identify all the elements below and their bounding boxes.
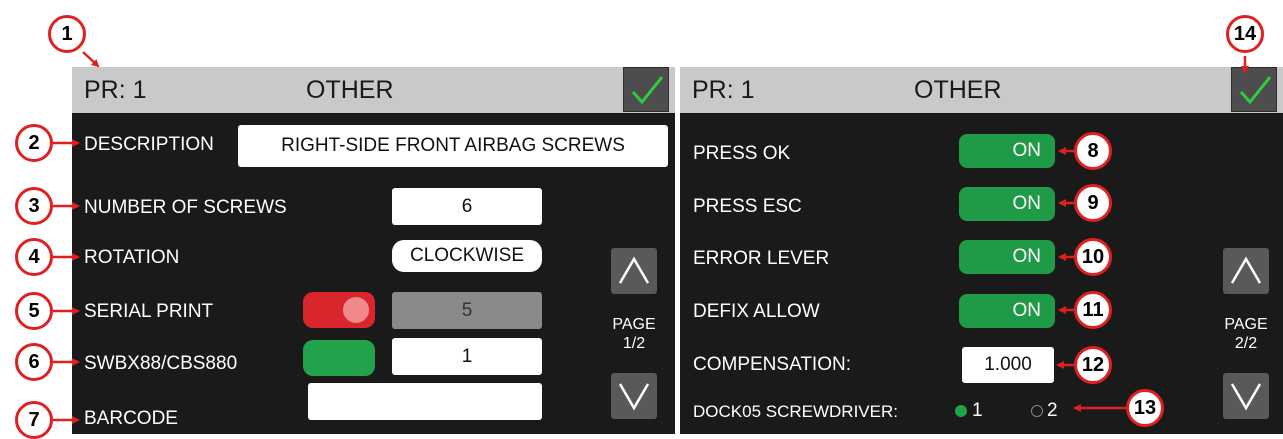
chevron-up-icon (618, 256, 650, 284)
press-esc-toggle[interactable]: ON (959, 187, 1055, 221)
callout-7: 7 (15, 401, 53, 439)
page-down-button[interactable] (1223, 373, 1269, 419)
callout-5: 5 (15, 292, 53, 330)
confirm-button[interactable] (1231, 67, 1277, 112)
page-number: 1/2 (622, 335, 646, 352)
description-field[interactable]: RIGHT-SIDE FRONT AIRBAG SCREWS (238, 125, 668, 167)
barcode-label: BARCODE (84, 408, 178, 429)
barcode-field[interactable] (308, 383, 542, 420)
swbx-label: SWBX88/CBS880 (84, 353, 238, 374)
callout-14: 14 (1226, 15, 1264, 53)
serial-print-toggle[interactable] (303, 292, 375, 328)
toggle-state: ON (1012, 140, 1042, 161)
rotation-select[interactable]: CLOCKWISE (392, 240, 542, 272)
compensation-field[interactable]: 1.000 (962, 347, 1054, 383)
press-ok-label: PRESS OK (693, 143, 791, 164)
number-of-screws-label: NUMBER OF SCREWS (84, 197, 287, 218)
chevron-down-icon (618, 383, 650, 411)
dock-option-1-label: 1 (972, 400, 983, 421)
toggle-state: ON (1012, 246, 1042, 267)
program-number: PR: 1 (692, 76, 755, 104)
press-ok-toggle[interactable]: ON (959, 134, 1055, 168)
serial-print-label: SERIAL PRINT (84, 301, 214, 322)
panel-header: PR: 1 OTHER (680, 67, 1283, 113)
radio-unselected-icon (1031, 405, 1043, 417)
callout-1: 1 (48, 15, 86, 53)
panel-header: PR: 1 OTHER (72, 67, 675, 113)
callout-3: 3 (15, 187, 53, 225)
panel-title: OTHER (914, 76, 1002, 104)
description-label: DESCRIPTION (84, 134, 214, 155)
dock-screwdriver-label: DOCK05 SCREWDRIVER: (693, 402, 898, 421)
callout-8: 8 (1074, 132, 1112, 170)
page-up-button[interactable] (1223, 248, 1269, 294)
page-label: PAGE (612, 316, 656, 333)
defix-allow-toggle[interactable]: ON (959, 294, 1055, 328)
checkmark-icon (631, 76, 664, 105)
callout-11: 11 (1074, 291, 1112, 329)
callout-9: 9 (1074, 184, 1112, 222)
chevron-down-icon (1230, 383, 1262, 411)
serial-print-field: 5 (392, 292, 542, 329)
error-lever-label: ERROR LEVER (693, 248, 830, 269)
settings-panel-page-2: PR: 1 OTHER PRESS OK ON PRESS ESC ON ERR… (680, 67, 1283, 434)
panel-title: OTHER (306, 76, 394, 104)
page-number: 2/2 (1234, 335, 1258, 352)
callout-2: 2 (15, 124, 53, 162)
press-esc-label: PRESS ESC (693, 196, 802, 217)
chevron-up-icon (1230, 256, 1262, 284)
dock-option-2-label: 2 (1047, 400, 1058, 421)
callout-13: 13 (1126, 389, 1164, 427)
callout-12: 12 (1074, 346, 1112, 384)
rotation-label: ROTATION (84, 247, 180, 268)
page-up-button[interactable] (611, 248, 657, 294)
toggle-state: ON (1012, 300, 1042, 321)
toggle-knob (343, 297, 369, 323)
callout-6: 6 (15, 343, 53, 381)
toggle-state: ON (1012, 193, 1042, 214)
page-indicator: PAGE 2/2 (1221, 315, 1271, 353)
compensation-label: COMPENSATION: (693, 354, 851, 375)
page-indicator: PAGE 1/2 (609, 315, 659, 353)
settings-panel-page-1: PR: 1 OTHER DESCRIPTION RIGHT-SIDE FRONT… (72, 67, 675, 434)
radio-selected-icon (955, 405, 967, 417)
page-label: PAGE (1224, 316, 1268, 333)
confirm-button[interactable] (623, 67, 669, 112)
program-number: PR: 1 (84, 76, 147, 104)
defix-allow-label: DEFIX ALLOW (693, 301, 820, 322)
callout-10: 10 (1074, 238, 1112, 276)
error-lever-toggle[interactable]: ON (959, 240, 1055, 274)
callout-4: 4 (15, 238, 53, 276)
swbx-toggle[interactable] (303, 340, 375, 376)
number-of-screws-field[interactable]: 6 (392, 188, 542, 225)
page-down-button[interactable] (611, 373, 657, 419)
checkmark-icon (1239, 76, 1272, 105)
swbx-field[interactable]: 1 (392, 338, 542, 375)
